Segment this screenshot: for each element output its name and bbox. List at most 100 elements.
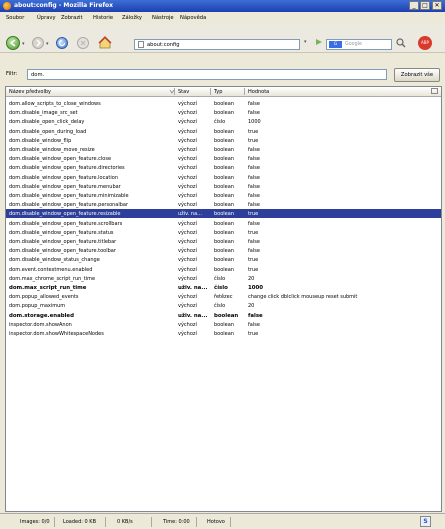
window-title: about:config - Mozilla Firefox: [14, 2, 114, 9]
menu-view[interactable]: Zobrazit: [61, 15, 83, 21]
table-row[interactable]: dom.disable_window_open_feature.minimiza…: [6, 191, 441, 200]
menu-history[interactable]: Historie: [93, 15, 113, 21]
column-picker-icon[interactable]: [431, 88, 438, 94]
url-dropdown-icon[interactable]: ▾: [304, 39, 307, 45]
menu-tools[interactable]: Nástroje: [152, 15, 174, 21]
table-row[interactable]: dom.storage.enabled uživ. na... boolean fal…: [6, 311, 441, 320]
pref-status: výchozí: [178, 321, 197, 328]
stop-icon: [80, 40, 86, 46]
pref-value: true: [248, 229, 259, 236]
table-row[interactable]: dom.disable_window_open_feature.status vý…: [6, 228, 441, 237]
status-bar: Images: 0/0 Loaded: 0 KB 0 KB/s Time: 0:…: [0, 513, 445, 529]
table-row[interactable]: dom.event.contextmenu.enabled výchozí bool…: [6, 265, 441, 274]
pref-value: true: [248, 257, 259, 264]
pref-name: dom.disable_window_move_resize: [9, 147, 95, 153]
column-header-status[interactable]: Stav: [178, 89, 189, 95]
pref-type: číslo: [214, 285, 228, 291]
maximize-button[interactable]: □: [420, 1, 430, 10]
back-history-dropdown-icon[interactable]: ▾: [22, 41, 25, 47]
pref-value: 1000: [248, 119, 261, 126]
status-time: Time: 0:00: [163, 519, 190, 525]
forward-history-dropdown-icon[interactable]: ▾: [46, 41, 49, 47]
pref-value: false: [248, 174, 260, 181]
status-images: Images: 0/0: [20, 519, 50, 525]
pref-name: dom.max_script_run_time: [9, 285, 87, 291]
table-row[interactable]: dom.disable_open_click_delay výchozí číslo…: [6, 117, 441, 126]
pref-value: true: [248, 137, 259, 144]
pref-value: false: [248, 239, 260, 245]
table-row[interactable]: inspector.dom.showWhitespaceNodes výchozí…: [6, 329, 441, 338]
home-icon: [98, 36, 112, 49]
table-row[interactable]: dom.popup_maximum výchozí číslo 20: [6, 301, 441, 310]
table-row[interactable]: dom.disable_window_open_feature.personal…: [6, 200, 441, 209]
table-row[interactable]: dom.max_chrome_script_run_time výchozí čís…: [6, 274, 441, 283]
table-row[interactable]: dom.max_script_run_time uživ. na... číslo 1…: [6, 283, 441, 292]
pref-status: výchozí: [178, 193, 197, 199]
adblock-icon[interactable]: ABP: [418, 36, 432, 50]
search-engine-icon[interactable]: G: [329, 41, 342, 48]
table-row[interactable]: dom.disable_window_open_feature.close výc…: [6, 154, 441, 163]
arrow-left-icon: [9, 39, 16, 47]
pref-status: výchozí: [178, 183, 197, 190]
minimize-button[interactable]: _: [409, 1, 419, 10]
pref-value: true: [248, 211, 259, 218]
column-header-type[interactable]: Typ: [214, 89, 222, 95]
forward-button[interactable]: [32, 37, 44, 49]
url-bar[interactable]: about:config: [134, 39, 300, 50]
column-header-name[interactable]: Název předvolby: [9, 89, 51, 95]
search-bar[interactable]: G Google: [326, 39, 392, 50]
home-button[interactable]: [98, 36, 112, 49]
go-arrow-icon: [316, 39, 322, 45]
reload-button[interactable]: [56, 37, 68, 49]
pref-value: false: [248, 101, 260, 107]
go-button[interactable]: [314, 37, 324, 47]
back-button[interactable]: [6, 36, 20, 50]
table-row[interactable]: dom.disable_window_open_feature.toolbar v…: [6, 246, 441, 255]
table-row[interactable]: inspector.dom.showAnon výchozí boolean fals…: [6, 320, 441, 329]
pref-status: výchozí: [178, 110, 197, 117]
pref-status: uživ. na...: [178, 211, 202, 218]
status-speed: 0 KB/s: [117, 519, 133, 525]
menu-edit[interactable]: Úpravy: [37, 15, 56, 21]
table-row[interactable]: dom.disable_window_open_feature.scrollba…: [6, 219, 441, 228]
menu-file[interactable]: Soubor: [6, 15, 24, 21]
table-row[interactable]: dom.popup_allowed_events výchozí řetězec ch…: [6, 292, 441, 301]
pref-type: boolean: [214, 266, 234, 273]
pref-status: výchozí: [178, 220, 197, 227]
table-row[interactable]: dom.disable_open_during_load výchozí boole…: [6, 127, 441, 136]
table-row[interactable]: dom.disable_window_open_feature.resizabl…: [6, 209, 441, 219]
table-row[interactable]: dom.disable_window_flip výchozí boolean tru…: [6, 136, 441, 145]
search-placeholder: Google: [345, 42, 362, 47]
pref-status: výchozí: [178, 174, 197, 181]
pref-status: výchozí: [178, 294, 197, 301]
pref-name: dom.disable_window_open_feature.close: [9, 156, 112, 163]
table-row[interactable]: dom.disable_window_status_change výchozí b…: [6, 255, 441, 264]
pref-type: číslo: [214, 119, 226, 126]
table-row[interactable]: dom.disable_window_open_feature.menubar v…: [6, 182, 441, 191]
pref-value: true: [248, 266, 259, 273]
table-row[interactable]: dom.disable_image_src_set výchozí boolean f…: [6, 108, 441, 117]
filter-input[interactable]: dom.: [27, 69, 387, 80]
pref-value: 20: [248, 275, 255, 282]
show-all-button[interactable]: Zobrazit vše: [394, 68, 440, 82]
pref-name: dom.allow_scripts_to_close_windows: [9, 101, 101, 107]
menu-help[interactable]: Nápověda: [180, 15, 206, 21]
table-row[interactable]: dom.disable_window_open_feature.director…: [6, 163, 441, 172]
search-button[interactable]: [395, 37, 407, 49]
column-header-value[interactable]: Hodnota: [248, 89, 269, 95]
pref-type: boolean: [214, 147, 234, 153]
pref-type: boolean: [214, 211, 234, 218]
table-row[interactable]: dom.disable_window_open_feature.titlebar…: [6, 237, 441, 246]
table-row[interactable]: dom.allow_scripts_to_close_windows výchoz…: [6, 99, 441, 108]
stop-button[interactable]: [77, 37, 89, 49]
table-row[interactable]: dom.disable_window_open_feature.location…: [6, 173, 441, 182]
pref-value: false: [248, 321, 260, 328]
table-row[interactable]: dom.disable_window_move_resize výchozí boo…: [6, 145, 441, 154]
close-button[interactable]: ✕: [432, 1, 442, 10]
pref-value: false: [248, 147, 260, 153]
pref-status: výchozí: [178, 239, 197, 245]
menu-bookmarks[interactable]: Záložky: [122, 15, 142, 21]
pref-value: 20: [248, 303, 255, 310]
status-shield-icon[interactable]: S: [420, 516, 431, 527]
pref-type: boolean: [214, 331, 234, 337]
